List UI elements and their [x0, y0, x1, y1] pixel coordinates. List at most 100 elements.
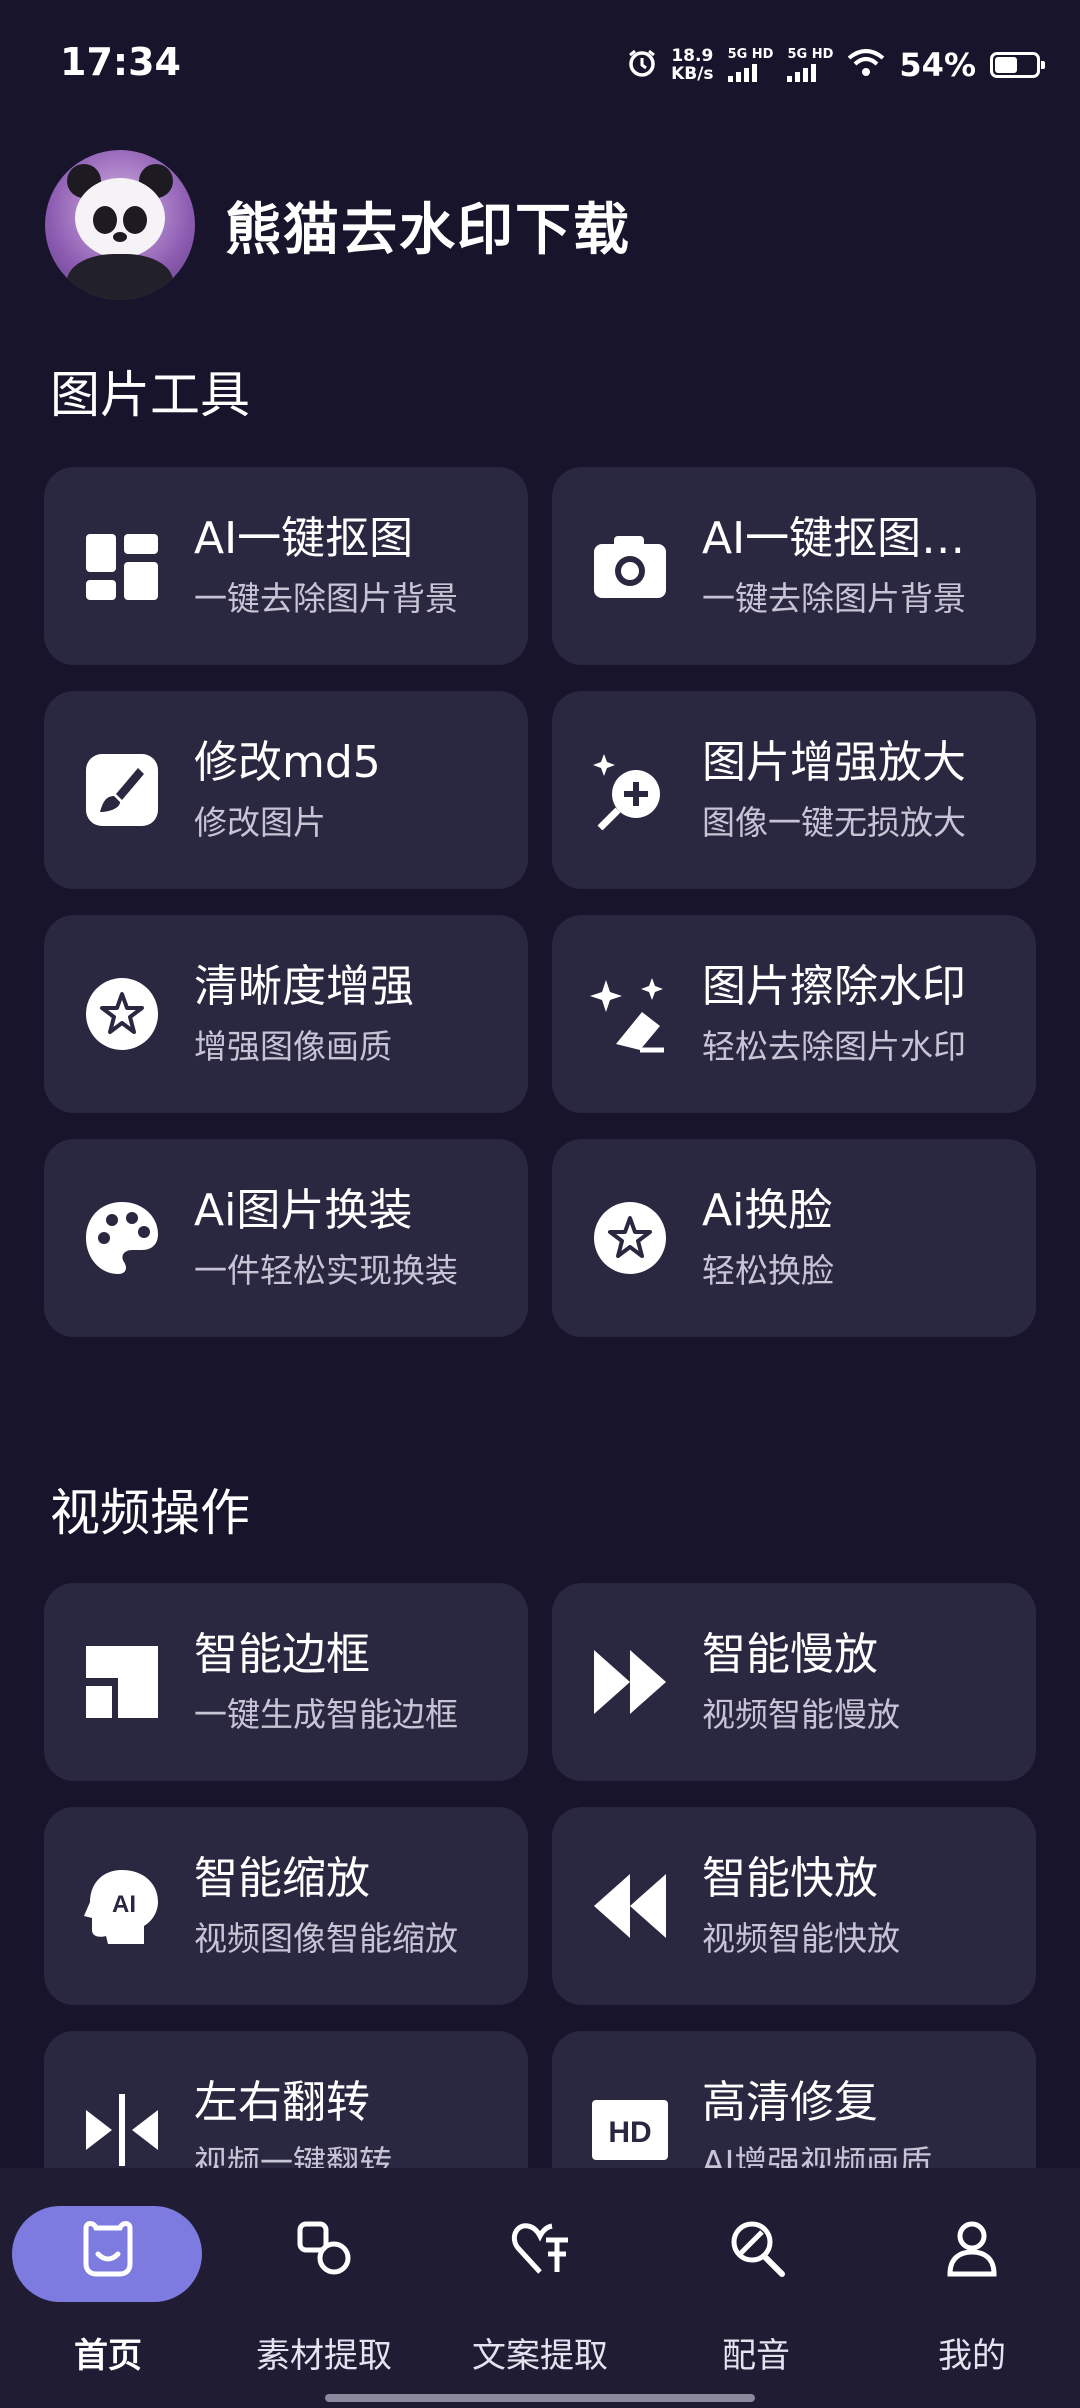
- rewind-icon: [590, 1866, 670, 1946]
- sparkle-eraser-icon: [590, 974, 670, 1054]
- section-title-video-tools: 视频操作: [50, 1484, 250, 1542]
- nav-item-label: 配音: [722, 2336, 790, 2376]
- tool-card-subtitle: 轻松去除图片水印: [702, 1027, 966, 1066]
- hd-icon: HD: [590, 2090, 670, 2170]
- tool-card-subtitle: 轻松换脸: [702, 1251, 834, 1290]
- status-time: 17:34: [60, 40, 181, 84]
- flip-icon: [82, 2090, 162, 2170]
- heart-text-icon: [510, 2218, 570, 2278]
- tool-card-text: Ai图片换装一件轻松实现换装: [194, 1183, 528, 1293]
- svg-text:AI: AI: [112, 1891, 136, 1918]
- tool-card-text: 图片增强放大图像一键无损放大: [702, 735, 1036, 845]
- bottom-nav: 首页 素材提取 文案提取 配音 我的: [0, 2168, 1080, 2408]
- palette-icon: [82, 1198, 162, 1278]
- fast-forward-icon: [590, 1642, 670, 1722]
- tool-card-text: AI一键抠图一键去除图片背景: [194, 511, 528, 621]
- home-indicator[interactable]: [325, 2394, 755, 2402]
- tool-card-text: 智能边框一键生成智能边框: [194, 1627, 528, 1737]
- section-title-image-tools: 图片工具: [50, 366, 250, 424]
- tool-card[interactable]: 图片增强放大图像一键无损放大: [552, 691, 1036, 889]
- tool-card-title: 左右翻转: [194, 2077, 370, 2128]
- magic-zoom-icon: [590, 750, 670, 830]
- nav-item[interactable]: 我的: [864, 2168, 1080, 2408]
- tool-card[interactable]: 清晰度增强增强图像画质: [44, 915, 528, 1113]
- tool-card-text: AI一键抠图… 一键去除图片背景: [702, 511, 1036, 621]
- tool-card-text: 智能快放视频智能快放: [702, 1851, 1036, 1961]
- signal-bars-icon: [787, 62, 817, 82]
- tool-card-subtitle: 一件轻松实现换装: [194, 1251, 458, 1290]
- tool-card[interactable]: 修改md5 修改图片: [44, 691, 528, 889]
- tool-card[interactable]: 图片擦除水印轻松去除图片水印: [552, 915, 1036, 1113]
- nav-item-label: 素材提取: [256, 2336, 392, 2376]
- tool-card-title: 高清修复: [702, 2077, 878, 2128]
- nav-item-label: 首页: [74, 2336, 142, 2376]
- tool-card-subtitle: 增强图像画质: [194, 1027, 392, 1066]
- signal-2: 5G HD: [787, 48, 833, 82]
- tool-card-title: 修改md5: [194, 737, 381, 788]
- tool-card[interactable]: 智能边框一键生成智能边框: [44, 1583, 528, 1781]
- frame-icon: [82, 1642, 162, 1722]
- tool-card-text: 清晰度增强增强图像画质: [194, 959, 528, 1069]
- tool-card-title: 智能慢放: [702, 1629, 878, 1680]
- tool-card-text: Ai换脸轻松换脸: [702, 1183, 1036, 1293]
- status-bar: 17:34 18.9 KB/s 5G HD 5G HD 54%: [0, 0, 1080, 130]
- nav-item-label: 文案提取: [472, 2336, 608, 2376]
- tool-card[interactable]: AI 智能缩放视频图像智能缩放: [44, 1807, 528, 2005]
- nav-item-label: 我的: [938, 2336, 1006, 2376]
- tool-card-subtitle: 一键去除图片背景: [194, 579, 458, 618]
- app-header: 熊猫去水印下载: [45, 150, 631, 300]
- nav-item[interactable]: 首页: [0, 2168, 216, 2408]
- tool-card-subtitle: 视频智能快放: [702, 1919, 900, 1958]
- tool-card-title: Ai换脸: [702, 1185, 833, 1236]
- tool-card-title: 智能快放: [702, 1853, 878, 1904]
- tool-card-subtitle: 视频图像智能缩放: [194, 1919, 458, 1958]
- tool-card-title: 智能边框: [194, 1629, 370, 1680]
- signal-bars-icon: [727, 62, 757, 82]
- tool-card-title: 图片擦除水印: [702, 961, 966, 1012]
- tool-card-title: AI一键抠图…: [702, 513, 966, 564]
- tool-card-subtitle: 视频智能慢放: [702, 1695, 900, 1734]
- tool-card[interactable]: AI一键抠图一键去除图片背景: [44, 467, 528, 665]
- tool-card-title: AI一键抠图: [194, 513, 414, 564]
- tool-card-title: 智能缩放: [194, 1853, 370, 1904]
- star-badge-icon: [590, 1198, 670, 1278]
- nav-item[interactable]: 素材提取: [216, 2168, 432, 2408]
- tool-card[interactable]: 智能慢放视频智能慢放: [552, 1583, 1036, 1781]
- nav-item[interactable]: 配音: [648, 2168, 864, 2408]
- net-speed: 18.9 KB/s: [671, 46, 714, 84]
- mic-icon: [726, 2218, 786, 2278]
- tool-card-text: 图片擦除水印轻松去除图片水印: [702, 959, 1036, 1069]
- ai-head-icon: AI: [82, 1866, 162, 1946]
- tool-card-subtitle: 图像一键无损放大: [702, 803, 966, 842]
- dashboard-icon: [82, 526, 162, 606]
- nav-item[interactable]: 文案提取: [432, 2168, 648, 2408]
- avatar[interactable]: [45, 150, 195, 300]
- battery-percent: 54%: [899, 46, 976, 84]
- tool-card-subtitle: 修改图片: [194, 803, 326, 842]
- shapes-icon: [294, 2218, 354, 2278]
- video-tools-grid: 智能边框一键生成智能边框 智能慢放视频智能慢放 AI 智能缩放视频图像智能缩放 智能快放…: [44, 1583, 1036, 2229]
- tool-card-text: 修改md5 修改图片: [194, 735, 528, 845]
- status-icons: 18.9 KB/s 5G HD 5G HD 54%: [627, 40, 1045, 90]
- tool-card-subtitle: 一键生成智能边框: [194, 1695, 458, 1734]
- tool-card-title: 图片增强放大: [702, 737, 966, 788]
- signal-1: 5G HD: [727, 48, 773, 82]
- tool-card[interactable]: 智能快放视频智能快放: [552, 1807, 1036, 2005]
- tool-card-subtitle: 一键去除图片背景: [702, 579, 966, 618]
- brush-icon: [82, 750, 162, 830]
- tool-card[interactable]: AI一键抠图… 一键去除图片背景: [552, 467, 1036, 665]
- star-badge-icon: [82, 974, 162, 1054]
- tool-card-text: 智能慢放视频智能慢放: [702, 1627, 1036, 1737]
- tool-card[interactable]: Ai图片换装一件轻松实现换装: [44, 1139, 528, 1337]
- camera-icon: [590, 526, 670, 606]
- svg-text:HD: HD: [608, 2116, 651, 2149]
- app-title: 熊猫去水印下载: [225, 197, 631, 263]
- alarm-icon: [627, 48, 657, 82]
- tool-card[interactable]: Ai换脸轻松换脸: [552, 1139, 1036, 1337]
- image-tools-grid: AI一键抠图 一键去除图片背景 AI一键抠图… 一键去除图片背景 修改md5 修改图片 图片…: [44, 467, 1036, 1337]
- person-icon: [942, 2218, 1002, 2278]
- tool-card-title: Ai图片换装: [194, 1185, 413, 1236]
- battery-icon: [990, 52, 1045, 78]
- tool-card-title: 清晰度增强: [194, 961, 414, 1012]
- tool-card-text: 智能缩放视频图像智能缩放: [194, 1851, 528, 1961]
